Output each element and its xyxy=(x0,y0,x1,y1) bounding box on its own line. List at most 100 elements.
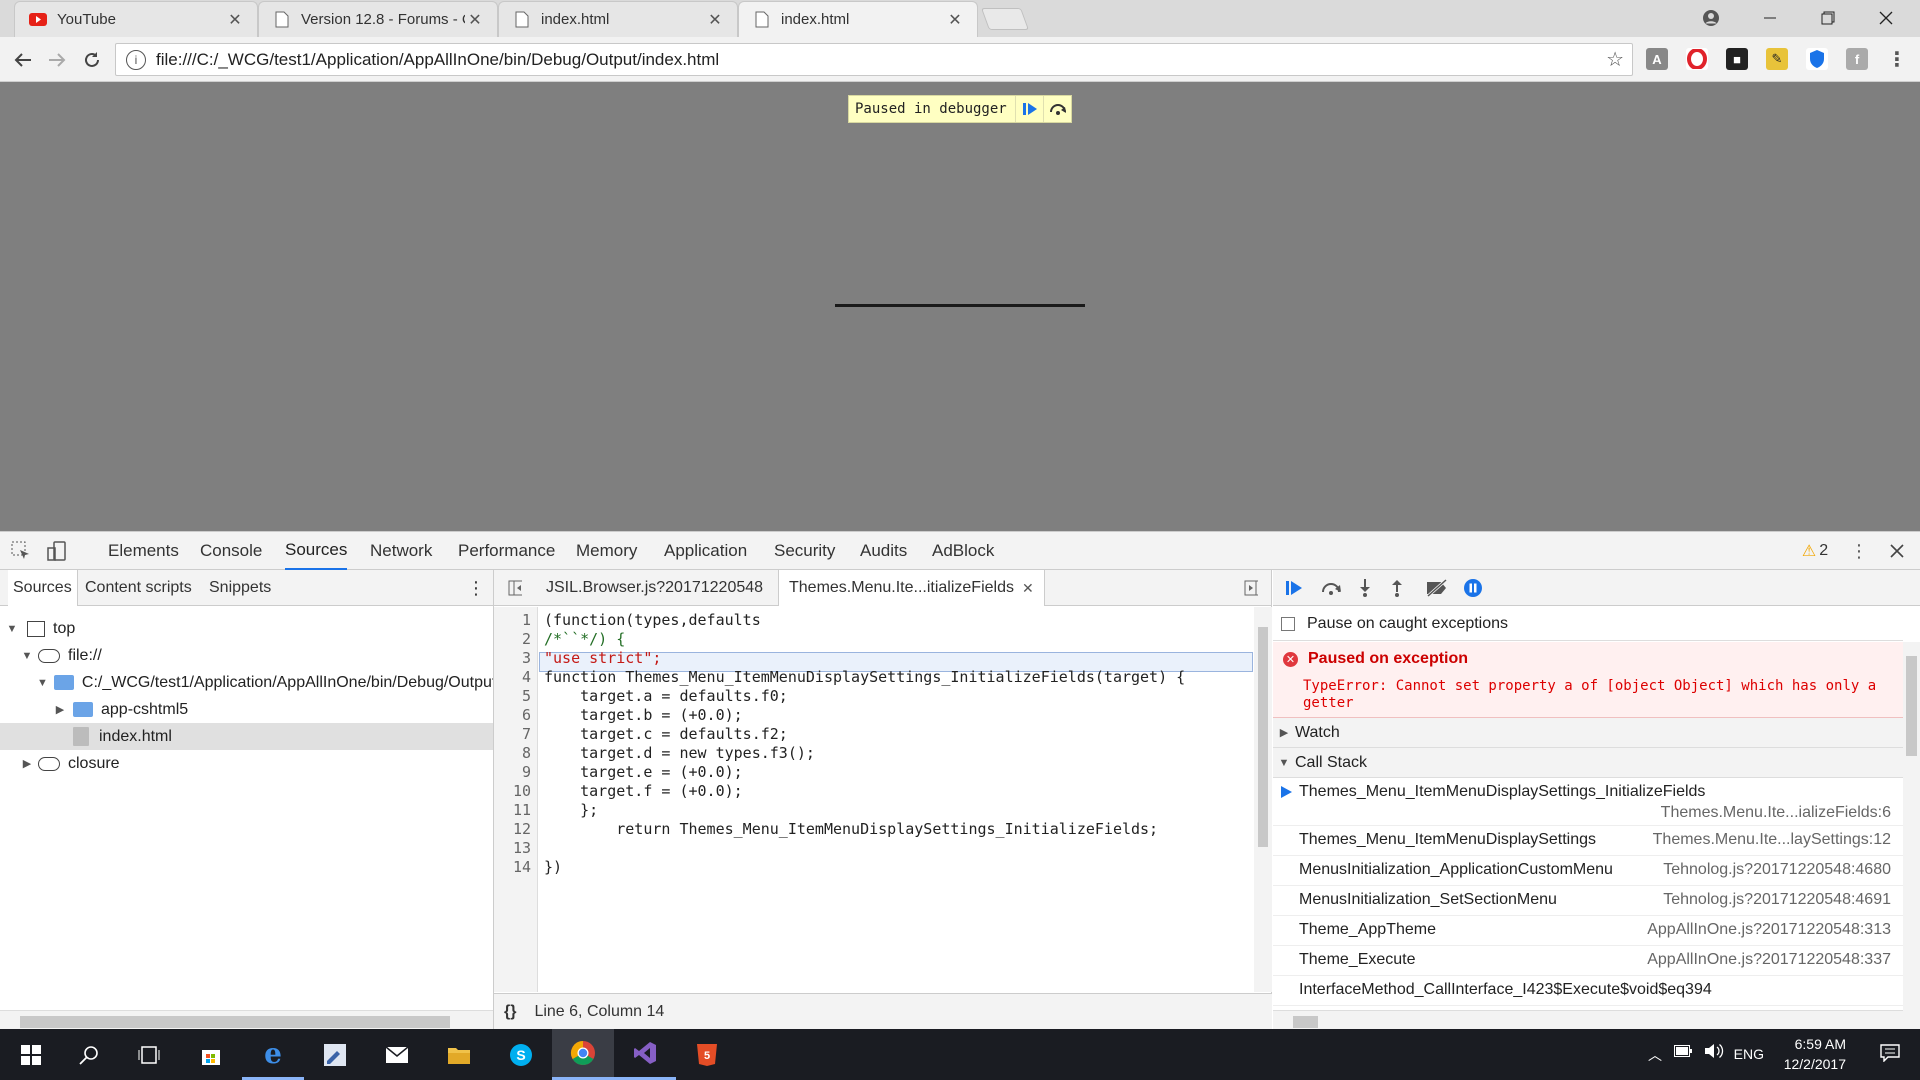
code-line[interactable]: }; xyxy=(544,801,598,820)
reload-button[interactable] xyxy=(77,45,107,75)
call-stack-frame[interactable]: MenusInitialization_ApplicationCustomMen… xyxy=(1273,856,1903,886)
tree-item-output-folder[interactable]: ▼ C:/_WCG/test1/Application/AppAllInOne/… xyxy=(0,669,493,696)
resume-icon[interactable] xyxy=(1283,577,1307,599)
line-number-gutter[interactable]: 1 2 3 4 5 6 7 8 9 10 11 12 13 14 xyxy=(494,607,538,992)
nav-tab-content-scripts[interactable]: Content scripts xyxy=(80,570,197,606)
code-line[interactable]: target.f = (+0.0); xyxy=(544,782,743,801)
line-number[interactable]: 4 xyxy=(522,668,531,687)
bookmark-star-icon[interactable]: ☆ xyxy=(1606,47,1624,72)
browser-tab-forums[interactable]: Version 12.8 - Forums - C ✕ xyxy=(258,1,498,37)
line-number[interactable]: 1 xyxy=(522,611,531,630)
task-view-icon[interactable] xyxy=(118,1029,180,1080)
collapse-triangle-icon[interactable]: ▶ xyxy=(53,703,67,716)
navigator-horizontal-scrollbar[interactable] xyxy=(0,1010,493,1030)
devtools-menu-icon[interactable]: ⋮ xyxy=(1848,540,1870,562)
close-icon[interactable]: ✕ xyxy=(225,10,245,30)
search-icon[interactable] xyxy=(58,1029,120,1080)
store-icon[interactable] xyxy=(180,1029,242,1080)
collapse-triangle-icon[interactable]: ▶ xyxy=(20,757,34,770)
volume-icon[interactable] xyxy=(1704,1043,1724,1062)
frame-location[interactable]: Themes.Menu.Ite...laySettings:12 xyxy=(1653,831,1891,849)
restore-button[interactable] xyxy=(1800,0,1856,36)
line-number[interactable]: 8 xyxy=(522,744,531,763)
browser-tab-youtube[interactable]: YouTube ✕ xyxy=(14,1,258,37)
line-number[interactable]: 3 xyxy=(522,649,531,668)
tree-item-app-cshtml5[interactable]: ▶ app-cshtml5 xyxy=(0,696,493,723)
expand-triangle-icon[interactable]: ▼ xyxy=(5,623,19,635)
call-stack-frame[interactable]: Themes_Menu_ItemMenuDisplaySettings_Init… xyxy=(1273,778,1903,826)
editor-vertical-scrollbar[interactable] xyxy=(1254,607,1272,992)
extension-icon-4[interactable]: ✎ xyxy=(1766,48,1788,70)
code-line[interactable]: function Themes_Menu_ItemMenuDisplaySett… xyxy=(544,668,1185,687)
pause-caught-checkbox[interactable] xyxy=(1281,616,1295,631)
call-stack-frame[interactable]: Theme_Execute AppAllInOne.js?20171220548:… xyxy=(1273,946,1903,976)
device-toolbar-icon[interactable] xyxy=(46,540,68,562)
mail-icon[interactable] xyxy=(366,1029,428,1080)
tree-item-file-origin[interactable]: ▼ file:// xyxy=(0,642,493,669)
info-icon[interactable]: i xyxy=(126,49,146,70)
tree-item-top[interactable]: ▼ top xyxy=(0,615,493,642)
app-icon-editor[interactable] xyxy=(304,1029,366,1080)
code-line[interactable]: (function(types,defaults xyxy=(544,611,761,630)
expand-triangle-icon[interactable]: ▼ xyxy=(20,650,34,662)
editor-tab-jsil-browser[interactable]: JSIL.Browser.js?20171220548 xyxy=(536,570,773,606)
tree-item-closure[interactable]: ▶ closure xyxy=(0,750,493,777)
line-number[interactable]: 11 xyxy=(513,801,531,820)
battery-icon[interactable] xyxy=(1674,1044,1692,1060)
line-number[interactable]: 10 xyxy=(513,782,531,801)
frame-location[interactable]: AppAllInOne.js?20171220548:313 xyxy=(1647,921,1891,939)
chrome-menu-icon[interactable]: ⋮ xyxy=(1886,48,1908,71)
code-line[interactable]: target.e = (+0.0); xyxy=(544,763,743,782)
pause-on-exceptions-icon[interactable] xyxy=(1461,577,1485,599)
code-line[interactable]: /*``*/) { xyxy=(544,630,625,649)
frame-location[interactable]: AppAllInOne.js?20171220548:337 xyxy=(1647,951,1891,969)
toggle-debugger-icon[interactable] xyxy=(1234,570,1268,606)
tab-audits[interactable]: Audits xyxy=(860,532,907,570)
nav-tab-sources[interactable]: Sources xyxy=(8,570,78,606)
line-number[interactable]: 2 xyxy=(522,630,531,649)
window-close-button[interactable] xyxy=(1858,0,1914,36)
tab-security[interactable]: Security xyxy=(774,532,835,570)
back-button[interactable] xyxy=(8,45,38,75)
frame-location[interactable]: Tehnolog.js?20171220548:4691 xyxy=(1663,891,1891,909)
editor-tab-themes-menu[interactable]: Themes.Menu.Ite...itializeFields ✕ xyxy=(778,570,1045,606)
extension-icon-1[interactable]: A xyxy=(1646,48,1668,70)
tab-sources[interactable]: Sources xyxy=(285,532,348,570)
call-stack-section-header[interactable]: ▼ Call Stack xyxy=(1273,748,1903,778)
code-line[interactable]: target.a = defaults.f0; xyxy=(544,687,788,706)
facebook-extension-icon[interactable]: f xyxy=(1846,48,1868,70)
line-number[interactable]: 12 xyxy=(513,820,531,839)
line-number[interactable]: 5 xyxy=(522,687,531,706)
tab-adblock[interactable]: AdBlock xyxy=(932,532,994,570)
pretty-print-icon[interactable]: {} xyxy=(504,1003,516,1021)
inspect-element-icon[interactable] xyxy=(10,540,32,562)
profile-icon[interactable] xyxy=(1683,0,1739,36)
tab-application[interactable]: Application xyxy=(664,532,747,570)
line-number[interactable]: 7 xyxy=(522,725,531,744)
visual-studio-icon[interactable] xyxy=(614,1029,676,1080)
minimize-button[interactable] xyxy=(1742,0,1798,36)
pause-on-caught-exceptions-row[interactable]: Pause on caught exceptions xyxy=(1273,607,1903,641)
navigator-menu-icon[interactable]: ⋮ xyxy=(462,570,490,606)
toggle-navigator-icon[interactable] xyxy=(498,570,532,606)
forward-button[interactable] xyxy=(42,45,72,75)
frame-location[interactable]: Themes.Menu.Ite...ializeFields:6 xyxy=(1661,804,1891,822)
code-line[interactable]: "use strict"; xyxy=(544,649,661,668)
windows-start-icon[interactable] xyxy=(0,1029,62,1080)
call-stack-frame[interactable]: InterfaceMethod_CallInterface_I423$Execu… xyxy=(1273,976,1903,1006)
tree-item-index-html[interactable]: index.html xyxy=(0,723,493,750)
debugger-vertical-scrollbar[interactable] xyxy=(1903,642,1920,1030)
tray-chevron-icon[interactable]: ︿ xyxy=(1648,1045,1662,1065)
deactivate-breakpoints-icon[interactable] xyxy=(1425,577,1449,599)
tab-performance[interactable]: Performance xyxy=(458,532,555,570)
nav-tab-snippets[interactable]: Snippets xyxy=(204,570,276,606)
shield-extension-icon[interactable] xyxy=(1806,48,1828,70)
clock-time[interactable]: 6:59 AM xyxy=(1795,1036,1846,1052)
browser-tab-index-1[interactable]: index.html ✕ xyxy=(498,1,738,37)
address-bar[interactable]: i file:///C:/_WCG/test1/Application/AppA… xyxy=(115,43,1633,76)
close-icon[interactable]: ✕ xyxy=(945,10,965,30)
opera-extension-icon[interactable] xyxy=(1686,48,1708,70)
close-icon[interactable]: ✕ xyxy=(1022,580,1034,597)
tab-memory[interactable]: Memory xyxy=(576,532,637,570)
language-indicator[interactable]: ENG xyxy=(1734,1046,1764,1062)
